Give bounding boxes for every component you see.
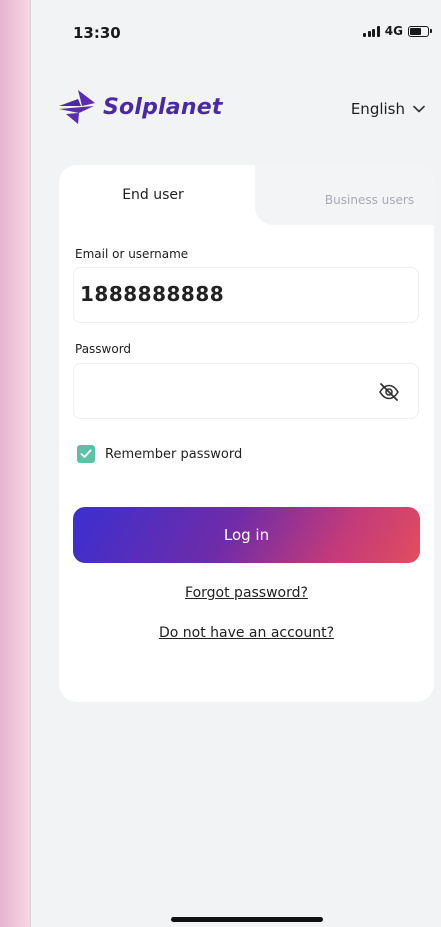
home-indicator [171,917,323,922]
login-button[interactable]: Log in [73,507,420,563]
brand-name: Solplanet [103,94,223,120]
password-label: Password [75,342,132,356]
eye-off-icon[interactable] [378,382,400,402]
remember-label: Remember password [105,446,243,462]
status-indicators: 4G [363,24,432,38]
username-value: 1888888888 [80,282,225,306]
language-selector[interactable]: English [351,100,425,118]
username-label: Email or username [75,247,189,261]
username-input[interactable]: 1888888888 [73,267,419,323]
language-label: English [350,100,405,118]
signup-link[interactable]: Do not have an account? [59,625,434,641]
battery-icon [408,25,432,37]
login-card: End user Business users Email or usernam… [59,165,434,702]
status-time: 13:30 [73,24,121,42]
tab-business-users[interactable]: Business users [287,193,441,207]
network-label: 4G [384,24,403,38]
brand-logo: Solplanet [57,89,223,125]
signal-icon [363,25,380,37]
tab-end-user[interactable]: End user [59,187,247,203]
check-icon [80,449,92,458]
remember-password-row[interactable]: Remember password [77,445,242,463]
password-input[interactable] [73,363,419,419]
forgot-password-link[interactable]: Forgot password? [59,585,434,601]
phone-screen: 13:30 4G Solplanet English End user Busi… [30,0,441,927]
chevron-down-icon [413,105,425,113]
remember-checkbox[interactable] [77,445,95,463]
logo-mark-icon [59,90,95,124]
